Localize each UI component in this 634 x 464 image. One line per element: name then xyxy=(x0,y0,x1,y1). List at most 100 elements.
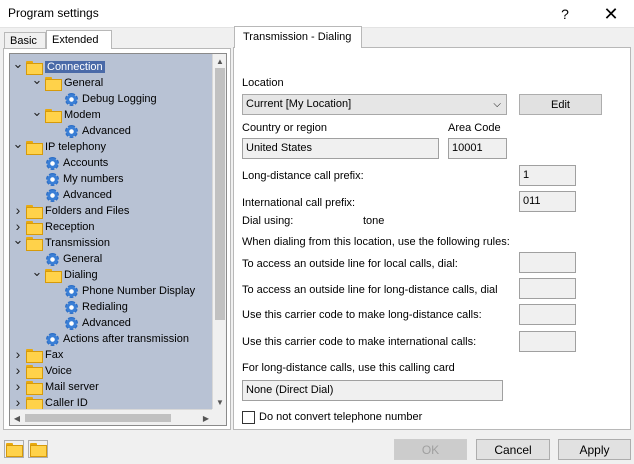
scroll-up-icon[interactable]: ▲ xyxy=(213,54,226,68)
tree-item[interactable]: Actions after transmission xyxy=(31,331,189,347)
chevron-down-icon[interactable]: ⌄ xyxy=(12,136,24,152)
tree-item[interactable]: › Folders and Files xyxy=(12,202,129,219)
long-distance-prefix-label: Long-distance call prefix: xyxy=(242,170,364,182)
chevron-down-icon[interactable]: ⌄ xyxy=(12,232,24,248)
no-convert-checkbox[interactable] xyxy=(242,411,255,424)
tree-item-label: My numbers xyxy=(63,173,124,185)
calling-card-label: For long-distance calls, use this callin… xyxy=(242,362,455,374)
country-field[interactable]: United States xyxy=(242,138,439,159)
carrier-intl-field[interactable] xyxy=(519,331,576,352)
folder-icon xyxy=(26,204,43,219)
window-title: Program settings xyxy=(8,6,99,20)
international-prefix-field[interactable]: 011 xyxy=(519,191,576,212)
ok-button[interactable]: OK xyxy=(394,439,467,460)
tree-item[interactable]: ⌄ IP telephony xyxy=(12,136,106,155)
chevron-right-icon[interactable]: › xyxy=(12,378,24,394)
tree-item-label: IP telephony xyxy=(45,141,106,153)
tree-item[interactable]: ⌄ Dialing xyxy=(31,264,98,283)
chevron-right-icon[interactable]: › xyxy=(12,362,24,378)
close-button[interactable]: ✕ xyxy=(588,0,634,28)
chevron-down-icon[interactable]: ⌄ xyxy=(12,56,24,72)
outside-local-field[interactable] xyxy=(519,252,576,273)
chevron-down-icon[interactable]: ⌄ xyxy=(31,264,43,280)
location-value: Current [My Location] xyxy=(246,98,352,110)
hscroll-thumb[interactable] xyxy=(25,414,171,422)
calling-card-field[interactable]: None (Direct Dial) xyxy=(242,380,503,401)
tree-item[interactable]: Redialing xyxy=(50,299,128,315)
tree-item-label: General xyxy=(63,253,103,265)
tree-item[interactable]: Advanced xyxy=(50,123,131,139)
tree-item[interactable]: › Mail server xyxy=(12,378,99,395)
tab-transmission-dialing[interactable]: Transmission - Dialing xyxy=(234,26,362,48)
gear-icon xyxy=(64,124,79,139)
area-code-field[interactable]: 10001 xyxy=(448,138,507,159)
tree-item-label: Advanced xyxy=(82,125,131,137)
tree-item[interactable]: ⌄ Transmission xyxy=(12,232,110,251)
dialing-panel: Location Current [My Location] ⌵ Edit Co… xyxy=(233,47,631,430)
folder-icon xyxy=(26,396,43,411)
chevron-down-icon[interactable]: ⌄ xyxy=(31,72,43,88)
no-convert-label: Do not convert telephone number xyxy=(259,411,423,423)
tree-item[interactable]: ⌄ Connection xyxy=(12,56,105,75)
left-panel: ⌄ Connection ⌄ General Debug Logging ⌄ Modem Ad… xyxy=(3,48,231,430)
chevron-down-icon: ⌵ xyxy=(493,99,501,110)
tab-basic[interactable]: Basic xyxy=(4,32,46,49)
tree-item[interactable]: Advanced xyxy=(50,315,131,331)
scroll-thumb[interactable] xyxy=(215,68,225,320)
long-distance-prefix-field[interactable]: 1 xyxy=(519,165,576,186)
folder-closed-icon xyxy=(30,443,47,457)
settings-tree[interactable]: ⌄ Connection ⌄ General Debug Logging ⌄ Modem Ad… xyxy=(9,53,227,426)
tree-item-label: Modem xyxy=(64,109,101,121)
scroll-down-icon[interactable]: ▼ xyxy=(213,395,226,409)
tree-item[interactable]: ⌄ Modem xyxy=(31,104,101,123)
international-prefix-label: International call prefix: xyxy=(242,197,356,209)
scroll-left-icon[interactable]: ◀ xyxy=(10,410,24,425)
chevron-right-icon[interactable]: › xyxy=(12,394,24,410)
outside-long-label: To access an outside line for long-dista… xyxy=(242,284,498,296)
tree-vertical-scrollbar[interactable]: ▲ ▼ xyxy=(212,54,226,409)
tree-item-label: Connection xyxy=(45,61,105,73)
tree-item-label: Reception xyxy=(45,221,95,233)
edit-button[interactable]: Edit xyxy=(519,94,602,115)
cancel-button[interactable]: Cancel xyxy=(476,439,550,460)
tree-item[interactable]: My numbers xyxy=(31,171,124,187)
tab-extended[interactable]: Extended xyxy=(46,30,112,49)
tree-horizontal-scrollbar[interactable]: ◀ ▶ xyxy=(10,409,213,425)
area-code-label: Area Code xyxy=(448,122,501,134)
tree-item[interactable]: Phone Number Display xyxy=(50,283,195,299)
gear-icon xyxy=(45,252,60,267)
chevron-right-icon[interactable]: › xyxy=(12,202,24,218)
gear-icon xyxy=(64,300,79,315)
tree-item[interactable]: › Fax xyxy=(12,346,63,363)
tree-item[interactable]: Debug Logging xyxy=(50,91,157,107)
folder-open-icon xyxy=(6,443,23,457)
chevron-down-icon[interactable]: ⌄ xyxy=(31,104,43,120)
help-button[interactable]: ? xyxy=(542,0,588,28)
tree-item[interactable]: › Voice xyxy=(12,362,72,379)
tree-item[interactable]: Accounts xyxy=(31,155,108,171)
apply-button[interactable]: Apply xyxy=(558,439,631,460)
expand-all-button[interactable] xyxy=(4,440,24,458)
tree-item-label: Dialing xyxy=(64,269,98,281)
tree-item[interactable]: › Reception xyxy=(12,218,95,235)
gear-icon xyxy=(45,172,60,187)
outside-long-field[interactable] xyxy=(519,278,576,299)
carrier-long-field[interactable] xyxy=(519,304,576,325)
tree-item[interactable]: Advanced xyxy=(31,187,112,203)
location-select[interactable]: Current [My Location] ⌵ xyxy=(242,94,507,115)
title-bar: Program settings ? ✕ xyxy=(0,0,634,28)
folder-icon xyxy=(45,268,62,283)
gear-icon xyxy=(64,316,79,331)
tree-item[interactable]: ⌄ General xyxy=(31,72,104,91)
chevron-right-icon[interactable]: › xyxy=(12,346,24,362)
scroll-right-icon[interactable]: ▶ xyxy=(199,410,213,425)
collapse-all-button[interactable] xyxy=(28,440,48,458)
gear-icon xyxy=(45,188,60,203)
carrier-intl-label: Use this carrier code to make internatio… xyxy=(242,336,477,348)
tree-item-label: General xyxy=(64,77,104,89)
